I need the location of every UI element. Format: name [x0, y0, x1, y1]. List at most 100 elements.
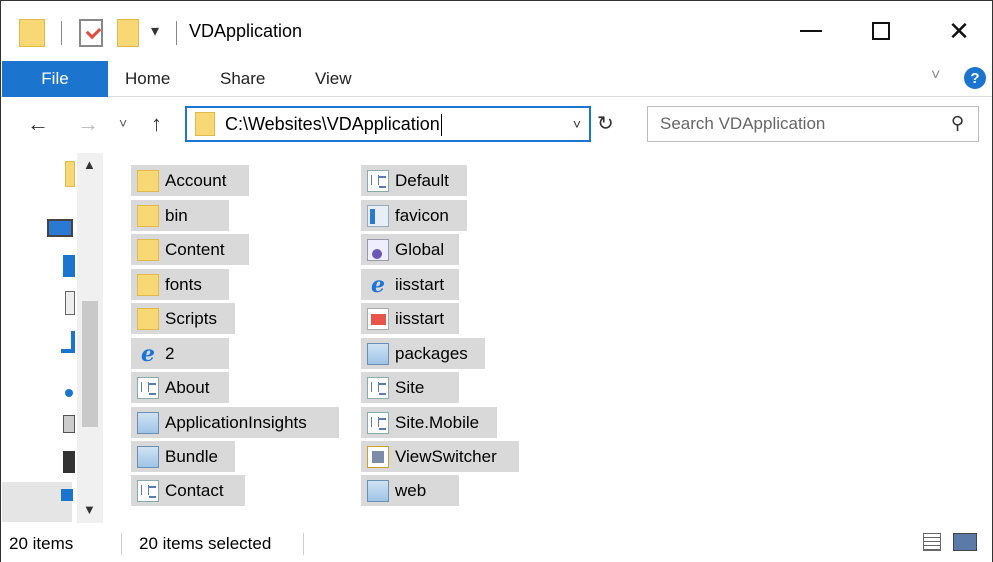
item-label: Contact	[165, 480, 224, 500]
list-item[interactable]: Global	[361, 234, 459, 265]
status-divider	[303, 533, 304, 555]
search-icon[interactable]: ⚲	[951, 113, 964, 134]
list-item[interactable]: Content	[131, 234, 249, 265]
ribbon-tabs: File Home Share View ˅ ?	[1, 61, 992, 97]
maximize-icon	[872, 22, 890, 40]
config-file-icon	[137, 411, 159, 434]
maximize-button[interactable]	[851, 11, 911, 51]
explorer-window: ▾ VDApplication ✕ File Home Share View ˅…	[0, 0, 993, 562]
details-view-icon[interactable]	[923, 533, 941, 551]
music-icon[interactable]	[65, 389, 73, 397]
selection-count: 20 items selected	[139, 534, 272, 553]
list-item[interactable]: e2	[131, 338, 229, 369]
global-asax-icon	[367, 238, 389, 261]
item-label: Account	[165, 170, 227, 190]
list-item[interactable]: packages	[361, 338, 485, 369]
item-label: ApplicationInsights	[165, 412, 307, 432]
forward-arrow-icon[interactable]: →	[77, 111, 99, 137]
title-divider	[176, 21, 177, 45]
tab-view[interactable]: View	[315, 69, 352, 89]
list-item[interactable]: fonts	[131, 269, 229, 300]
list-item[interactable]: Site	[361, 372, 459, 403]
item-count: 20 items	[9, 534, 74, 553]
downloads-icon[interactable]	[61, 331, 75, 353]
recent-locations-chevron-icon[interactable]: ˅	[119, 115, 127, 131]
list-item[interactable]: Site.Mobile	[361, 407, 497, 438]
list-item[interactable]: e iisstart	[361, 269, 459, 300]
list-item[interactable]: web	[361, 475, 459, 506]
list-item[interactable]: Default	[361, 165, 467, 196]
item-label: About	[165, 377, 210, 397]
list-item[interactable]: Scripts	[131, 303, 235, 334]
close-button[interactable]: ✕	[929, 11, 989, 51]
toolbar-divider	[61, 21, 62, 45]
quick-access-dropdown-icon[interactable]: ▾	[151, 21, 159, 41]
address-input[interactable]: C:\Websites\VDApplication	[225, 114, 442, 137]
item-label: Default	[395, 170, 449, 190]
title-bar: ▾ VDApplication ✕	[1, 1, 992, 61]
aspx-page-icon	[137, 479, 159, 502]
scroll-up-arrow-icon[interactable]: ▲	[83, 157, 96, 172]
up-arrow-icon[interactable]: ↑	[151, 111, 162, 137]
aspx-page-icon	[367, 411, 389, 434]
config-file-icon	[367, 479, 389, 502]
local-disk-icon[interactable]	[61, 489, 73, 501]
list-item[interactable]: Bundle	[131, 441, 235, 472]
properties-check-icon[interactable]	[79, 19, 103, 47]
scroll-thumb[interactable]	[82, 301, 98, 427]
address-path: C:\Websites\VDApplication	[225, 114, 440, 134]
list-item[interactable]: ApplicationInsights	[131, 407, 339, 438]
documents-icon[interactable]	[65, 291, 75, 315]
list-item[interactable]: iisstart	[361, 303, 459, 334]
list-item[interactable]: ViewSwitcher	[361, 441, 519, 472]
list-item[interactable]: About	[131, 372, 229, 403]
pictures-icon[interactable]	[63, 415, 75, 433]
item-label: packages	[395, 343, 468, 363]
item-label: iisstart	[395, 274, 445, 294]
item-label: Site.Mobile	[395, 412, 480, 432]
item-label: Scripts	[165, 308, 217, 328]
list-item[interactable]: Contact	[131, 475, 245, 506]
folder-icon	[195, 112, 215, 136]
refresh-icon[interactable]: ↻	[597, 111, 614, 136]
tab-file[interactable]: File	[2, 61, 108, 97]
search-box[interactable]: ⚲	[647, 106, 979, 142]
internet-explorer-icon: e	[141, 340, 155, 367]
selected-nav-item[interactable]	[2, 482, 72, 522]
folder-icon	[19, 19, 45, 47]
address-dropdown-icon[interactable]: ˅	[573, 116, 581, 132]
text-caret	[440, 114, 442, 137]
videos-icon[interactable]	[63, 451, 75, 473]
expand-ribbon-chevron-icon[interactable]: ˅	[931, 67, 940, 85]
address-bar[interactable]: C:\Websites\VDApplication ˅	[185, 106, 591, 142]
scroll-down-arrow-icon[interactable]: ▼	[83, 502, 96, 517]
aspx-page-icon	[137, 376, 159, 399]
item-label: bin	[165, 205, 188, 225]
file-list: Account bin Content fonts Scripts e2 Abo…	[105, 153, 993, 523]
item-label: Content	[165, 239, 225, 259]
minimize-button[interactable]	[781, 11, 841, 51]
this-pc-icon[interactable]	[47, 219, 73, 237]
internet-explorer-icon: e	[371, 271, 385, 298]
navigation-pane: ▲ ▼	[1, 153, 105, 523]
new-folder-icon[interactable]	[117, 19, 139, 47]
nav-scrollbar[interactable]: ▲ ▼	[77, 153, 103, 523]
list-item[interactable]: bin	[131, 200, 229, 231]
help-icon[interactable]: ?	[964, 67, 986, 89]
item-label: Site	[395, 377, 425, 397]
desktop-icon[interactable]	[63, 255, 75, 277]
status-bar: 20 items 20 items selected	[1, 523, 992, 562]
search-input[interactable]	[660, 112, 930, 136]
item-label: fonts	[165, 274, 202, 294]
window-title: VDApplication	[189, 21, 303, 41]
item-label: ViewSwitcher	[395, 446, 497, 466]
quick-access-folder-icon[interactable]	[65, 161, 75, 187]
tab-share[interactable]: Share	[220, 69, 265, 89]
list-item[interactable]: Account	[131, 165, 249, 196]
back-arrow-icon[interactable]: ←	[27, 111, 49, 137]
item-label: web	[395, 480, 427, 500]
item-label: 2	[165, 343, 175, 363]
list-item[interactable]: favicon	[361, 200, 467, 231]
tab-home[interactable]: Home	[125, 69, 170, 89]
large-icons-view-icon[interactable]	[953, 533, 977, 551]
